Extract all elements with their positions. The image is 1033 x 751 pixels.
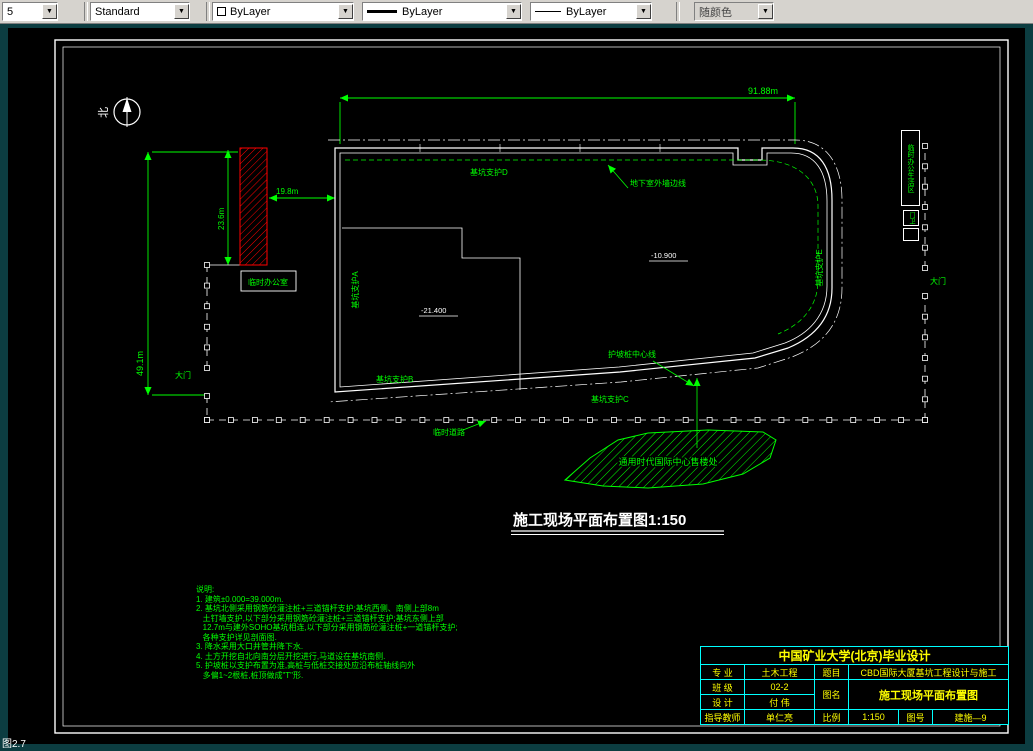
pile-centerline	[327, 139, 843, 403]
lineweight-icon	[367, 10, 397, 13]
cad-window: { "toolbar": { "combos": { "partial": "5…	[0, 0, 1033, 751]
elevation-deep: -21.400	[421, 306, 446, 315]
elevation-marks: -21.400 -10.900	[419, 251, 688, 317]
temp-office-box: 临时办公室	[240, 270, 297, 292]
drawing-canvas[interactable]: 北 91.88m 49.1m 19.8m 23.6m 临时办公室 通用时代国际中…	[8, 28, 1025, 744]
gate-right-label: 大门	[930, 276, 946, 286]
plot-style-value: 随颜色	[699, 6, 732, 19]
tb-cell: 单仁亮	[744, 709, 815, 725]
elevation-shallow: -10.900	[651, 251, 676, 260]
support-b-label: 基坑支护B	[376, 374, 413, 384]
drawing-title-text: 施工现场平面布置图1:150	[513, 511, 686, 529]
note-line: 12.7m与建外SOHO基坑相连,以下部分采用钢筋砼灌注桩+一道锚杆支护;	[196, 623, 458, 632]
linetype-icon	[535, 11, 561, 12]
tb-cell: 建施—9	[932, 709, 1009, 725]
note-line: 各种支护详见剖面图.	[196, 632, 277, 642]
pit-inner-wall	[339, 152, 828, 388]
chevron-down-icon[interactable]: ▼	[174, 4, 189, 19]
chevron-down-icon: ▼	[758, 4, 773, 19]
support-d-label: 基坑支护D	[470, 167, 508, 177]
note-line: 多偏1~2根桩,桩顶做成"T"形.	[196, 670, 304, 680]
text-style-combo[interactable]: Standard ▼	[90, 2, 190, 21]
dim-top-label: 91.88m	[748, 86, 778, 96]
tb-cell: 图名	[814, 679, 849, 710]
drawing-title: 施工现场平面布置图1:150	[511, 511, 724, 535]
support-a-label: 基坑支护A	[350, 271, 360, 309]
dim-office-height-label: 23.6m	[217, 207, 226, 230]
note-line: 说明:	[196, 585, 215, 594]
tb-cell: 比例	[814, 709, 849, 725]
toolbar-separator	[206, 2, 210, 21]
dim-office-width-label: 19.8m	[276, 187, 299, 196]
chevron-down-icon[interactable]: ▼	[42, 4, 57, 19]
note-line: 1. 建筑±0.000=39.000m.	[196, 594, 284, 604]
office-area-box: 临时办公生活区	[901, 130, 920, 206]
north-label: 北	[97, 107, 110, 118]
temp-road-label: 临时道路	[433, 427, 465, 437]
tb-cell: 班 级	[700, 679, 745, 695]
color-swatch-icon	[217, 7, 226, 16]
annotations: 基坑支护D 地下室外墙边线 基坑支护A 基坑支护B 基坑支护C 基坑支护E 护坡…	[175, 164, 946, 448]
support-e-label: 基坑支护E	[814, 249, 824, 286]
color-value: ByLayer	[230, 5, 271, 18]
note-line: 2. 基坑北侧采用钢筋砼灌注桩+三道锚杆支护;基坑西侧、南侧上部8m	[196, 604, 439, 613]
titleblock-university: 中国矿业大学(北京)毕业设计	[700, 646, 1009, 665]
gate-left-label: 大门	[175, 370, 191, 380]
note-line: 5. 护坡桩以支护布置为准,高桩与低桩交接处应沿布桩轴线向外	[196, 661, 416, 670]
sales-center: 通用时代国际中心售楼处	[563, 429, 777, 489]
zoom-scale-combo[interactable]: 5 ▼	[2, 2, 58, 21]
plot-style-combo[interactable]: 随颜色 ▼	[694, 2, 774, 21]
lineweight-value: ByLayer	[402, 5, 443, 18]
zoom-scale-value: 5	[7, 5, 14, 18]
utility-box	[903, 228, 919, 241]
site-plan-drawing: 北 91.88m 49.1m 19.8m 23.6m 临时办公室 通用时代国际中…	[54, 39, 1009, 734]
excavation-pit	[327, 139, 843, 403]
text-style-value: Standard	[95, 5, 140, 18]
tb-cell: 02-2	[744, 679, 815, 695]
guard-label: 门卫	[908, 212, 914, 224]
figure-caption: 图2.7	[2, 739, 26, 750]
toolbar: 5 ▼ Standard ▼ ByLayer ▼ ByLayer ▼ ByLay…	[0, 0, 1033, 24]
pit-outer-wall	[334, 147, 833, 393]
note-line: 土钉墙支护,以下部分采用钢筋砼灌注桩+三道锚杆支护;基坑东侧上部	[196, 613, 444, 623]
chevron-down-icon[interactable]: ▼	[506, 4, 521, 19]
notes-block: 说明: 1. 建筑±0.000=39.000m. 2. 基坑北侧采用钢筋砼灌注桩…	[196, 585, 506, 680]
tb-cell: 专 业	[700, 664, 745, 680]
basement-wall-label: 地下室外墙边线	[630, 178, 686, 188]
toolbar-separator	[676, 2, 680, 21]
titleblock-drawing-name: 施工现场平面布置图	[848, 679, 1009, 710]
dim-left-label: 49.1m	[135, 351, 145, 376]
tb-cell: 指导教师	[700, 709, 745, 725]
sales-center-label: 通用时代国际中心售楼处	[618, 456, 717, 467]
linetype-combo[interactable]: ByLayer ▼	[530, 2, 652, 21]
tb-cell: 付 伟	[744, 694, 815, 710]
linetype-value: ByLayer	[566, 5, 607, 18]
tb-cell: 1:150	[848, 709, 899, 725]
support-c-label: 基坑支护C	[591, 394, 629, 404]
tb-cell: 题目	[814, 664, 849, 680]
pile-centerline-label: 护坡桩中心线	[608, 349, 656, 359]
tb-cell: 土木工程	[744, 664, 815, 680]
temp-building	[239, 147, 268, 266]
tb-cell: 设 计	[700, 694, 745, 710]
basement-wall-line	[345, 159, 819, 335]
note-line: 4. 土方开挖自北向南分层开挖进行,马道设在基坑南侧.	[196, 651, 386, 661]
color-combo[interactable]: ByLayer ▼	[212, 2, 354, 21]
office-area-label: 临时办公生活区	[907, 143, 914, 193]
tb-cell: 图号	[898, 709, 933, 725]
dimensions: 91.88m 49.1m 19.8m 23.6m	[135, 86, 796, 396]
chevron-down-icon[interactable]: ▼	[338, 4, 353, 19]
lineweight-combo[interactable]: ByLayer ▼	[362, 2, 522, 21]
north-arrow: 北	[97, 97, 141, 127]
chevron-down-icon[interactable]: ▼	[636, 4, 651, 19]
guard-box: 门卫	[903, 210, 919, 226]
tb-cell: CBD国际大厦基坑工程设计与施工	[848, 664, 1009, 680]
note-line: 3. 降水采用大口井管井降下水.	[196, 642, 304, 651]
title-block: 中国矿业大学(北京)毕业设计 专 业 土木工程 题目 CBD国际大厦基坑工程设计…	[700, 646, 1009, 725]
temp-office-label: 临时办公室	[248, 277, 288, 287]
toolbar-separator	[84, 2, 88, 21]
